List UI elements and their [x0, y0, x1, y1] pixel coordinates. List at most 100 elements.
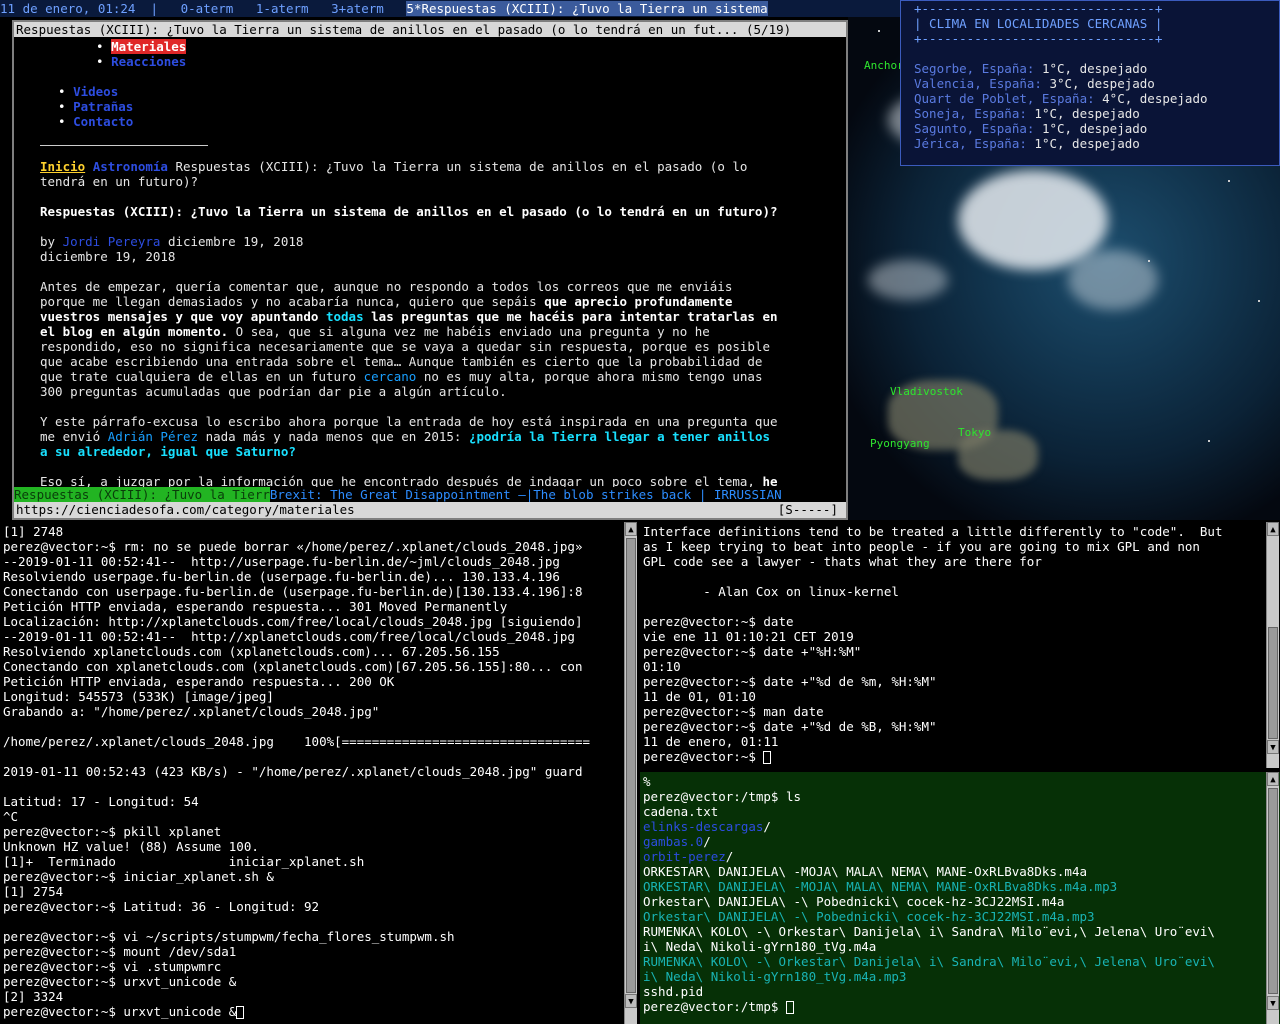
window-tab-3[interactable]: 3+aterm	[331, 1, 384, 16]
terminal-line: ORKESTAR\ DANIJELA\ -MOJA\ MALA\ NEMA\ M…	[643, 864, 1088, 879]
terminal-line: /home/perez/.xplanet/clouds_2048.jpg 100…	[3, 734, 590, 749]
scroll-up-arrow[interactable]: ▲	[1267, 522, 1279, 536]
terminal-line: sshd.pid	[643, 984, 704, 999]
terminal-right-top[interactable]: Interface definitions tend to be treated…	[640, 522, 1280, 768]
terminal-output: Interface definitions tend to be treated…	[643, 524, 1222, 764]
terminal-line: perez@vector:~$ vi ~/scripts/stumpwm/fec…	[3, 929, 455, 944]
terminal-line: cadena.txt	[643, 804, 719, 819]
terminal-line: perez@vector:~$ date +"%d de %B, %H:%M"	[643, 719, 937, 734]
directory-entry: orbit-perez/	[643, 849, 734, 864]
terminal-line: vie ene 11 01:10:21 CET 2019	[643, 629, 854, 644]
nav-link-videos[interactable]: Videos	[73, 84, 118, 99]
text-cursor	[236, 1006, 245, 1019]
weather-row: Jérica, España: 1°C, despejado	[914, 136, 1140, 151]
weather-row: Sagunto, España: 1°C, despejado	[914, 121, 1148, 136]
text-cursor	[786, 1001, 794, 1014]
terminal-line: perez@vector:/tmp$	[643, 999, 1215, 1014]
terminal-left[interactable]: [1] 2748 perez@vector:~$ rm: no se puede …	[0, 522, 638, 1024]
terminal-line: [1]+ Terminado iniciar_xplanet.sh	[3, 854, 365, 869]
terminal-line: Resolviendo xplanetclouds.com (xplanetcl…	[3, 644, 500, 659]
weather-row: Segorbe, España: 1°C, despejado	[914, 61, 1148, 76]
terminal-line: 11 de enero, 01:11	[643, 734, 779, 749]
date-time: 11 de enero, 01:24	[0, 1, 136, 16]
terminal-line: 01:10	[643, 659, 681, 674]
terminal-line: Conectando con userpage.fu-berlin.de (us…	[3, 584, 583, 599]
text-cursor	[763, 751, 772, 764]
weather-title: | CLIMA EN LOCALIDADES CERCANAS |	[914, 16, 1163, 31]
terminal-line: RUMENKA\ KOLO\ -\ Orkestar\ Danijela\ i\…	[643, 924, 1215, 939]
nav-link-patranas[interactable]: Patrañas	[73, 99, 133, 114]
scroll-up-arrow[interactable]: ▲	[1267, 772, 1279, 786]
author-link[interactable]: Jordi Pereyra	[63, 234, 161, 249]
status-url: https://cienciadesofa.com/category/mater…	[16, 502, 355, 517]
weather-row: Valencia, España: 3°C, despejado	[914, 76, 1155, 91]
status-mode: [S-----]	[777, 502, 838, 517]
terminal-line: perez@vector:~$ rm: no se puede borrar «…	[3, 539, 583, 554]
article-heading: Respuestas (XCIII): ¿Tuvo la Tierra un s…	[40, 204, 778, 219]
scrollbar[interactable]: ▲ ▼	[1266, 522, 1279, 768]
nav-link-materiales[interactable]: Materiales	[111, 39, 187, 54]
weather-widget: +-------------------------------+ | CLIM…	[900, 0, 1280, 166]
terminal-line: Localización: http://xplanetclouds.com/f…	[3, 614, 583, 629]
terminal-line: perez@vector:~$ vi .stumpwmrc	[3, 959, 222, 974]
terminal-line: 2019-01-11 00:52:43 (423 KB/s) - "/home/…	[3, 764, 583, 779]
window-tab-active[interactable]: 5*Respuestas (XCIII): ¿Tuvo la Tierra un…	[406, 1, 768, 16]
terminal-line: ORKESTAR\ DANIJELA\ -MOJA\ MALA\ NEMA\ M…	[643, 879, 1118, 894]
scroll-down-arrow[interactable]: ▼	[625, 994, 637, 1008]
scroll-thumb[interactable]	[1268, 788, 1278, 994]
city-label-vladivostok: Vladivostok	[890, 385, 963, 398]
link-cercano[interactable]: cercano	[364, 369, 417, 384]
terminal-line: Petición HTTP enviada, esperando respues…	[3, 674, 395, 689]
paragraph-line: Antes de empezar, quería comentar que, a…	[40, 279, 733, 294]
scroll-down-arrow[interactable]: ▼	[1267, 996, 1279, 1010]
city-label-pyongyang: Pyongyang	[870, 437, 930, 450]
weather-border-top: +-------------------------------+	[914, 1, 1163, 16]
terminal-line: - Alan Cox on linux-kernel	[643, 584, 899, 599]
window-tab-1[interactable]: 1-aterm	[256, 1, 309, 16]
post-date: diciembre 19, 2018	[40, 249, 176, 264]
weather-row: Soneja, España: 1°C, despejado	[914, 106, 1140, 121]
scroll-thumb[interactable]	[626, 538, 636, 993]
nav-link-reacciones[interactable]: Reacciones	[111, 54, 186, 69]
tab-others[interactable]: Brexit: The Great Disappointment —|The b…	[270, 487, 782, 502]
tab-active[interactable]: Respuestas (XCIII): ¿Tuvo la Tierr	[14, 487, 270, 502]
terminal-line: perez@vector:~$ pkill xplanet	[3, 824, 222, 839]
terminal-line: i\ Neda\ Nikoli-gYrn180_tVg.m4a	[643, 939, 877, 954]
terminal-line: 11 de 01, 01:10	[643, 689, 756, 704]
terminal-line: GPL code see a lawyer - thats what they …	[643, 554, 1042, 569]
breadcrumb-current-cont: tendrá en un futuro)?	[40, 174, 199, 189]
scroll-down-arrow[interactable]: ▼	[1267, 740, 1279, 754]
page-content: • Materiales • Reacciones • Videos • Pat…	[40, 39, 778, 489]
scrollbar[interactable]: ▲ ▼	[1266, 772, 1279, 1024]
elinks-browser-window[interactable]: Respuestas (XCIII): ¿Tuvo la Tierra un s…	[12, 20, 848, 520]
breadcrumb-home[interactable]: Inicio	[40, 159, 85, 174]
scroll-thumb[interactable]	[1268, 627, 1278, 739]
terminal-line: perez@vector:~$ date +"%d de %m, %H:%M"	[643, 674, 937, 689]
breadcrumb-category[interactable]: Astronomía	[93, 159, 168, 174]
terminal-line: perez@vector:~$	[643, 749, 1222, 764]
terminal-line: perez@vector:/tmp$ ls	[643, 789, 802, 804]
nav-link-contacto[interactable]: Contacto	[73, 114, 133, 129]
terminal-line: perez@vector:~$ mount /dev/sda1	[3, 944, 237, 959]
link-todas[interactable]: todas	[326, 309, 364, 324]
terminal-line: Latitud: 17 - Longitud: 54	[3, 794, 199, 809]
scrollbar[interactable]: ▲ ▼	[624, 522, 637, 1024]
window-tab-0[interactable]: 0-aterm	[181, 1, 234, 16]
terminal-line: RUMENKA\ KOLO\ -\ Orkestar\ Danijela\ i\…	[643, 954, 1215, 969]
terminal-line: i\ Neda\ Nikoli-gYrn180_tVg.m4a.mp3	[643, 969, 907, 984]
terminal-line: Resolviendo userpage.fu-berlin.de (userp…	[3, 569, 560, 584]
terminal-line: Longitud: 545573 (533K) [image/jpeg]	[3, 689, 274, 704]
link-adrian-perez[interactable]: Adrián Pérez	[108, 429, 198, 444]
terminal-line: Interface definitions tend to be treated…	[643, 524, 1223, 539]
terminal-line: perez@vector:~$ Latitud: 36 - Longitud: …	[3, 899, 320, 914]
terminal-line: Orkestar\ DANIJELA\ -\ Pobednicki\ cocek…	[643, 909, 1095, 924]
weather-row: Quart de Poblet, España: 4°C, despejado	[914, 91, 1208, 106]
scroll-up-arrow[interactable]: ▲	[625, 522, 637, 536]
terminal-right-bottom[interactable]: % perez@vector:/tmp$ ls cadena.txt elinks-d…	[640, 772, 1280, 1024]
terminal-line: Petición HTTP enviada, esperando respues…	[3, 599, 508, 614]
breadcrumb-current: Respuestas (XCIII): ¿Tuvo la Tierra un s…	[167, 159, 748, 174]
directory-entry: elinks-descargas/	[643, 819, 771, 834]
